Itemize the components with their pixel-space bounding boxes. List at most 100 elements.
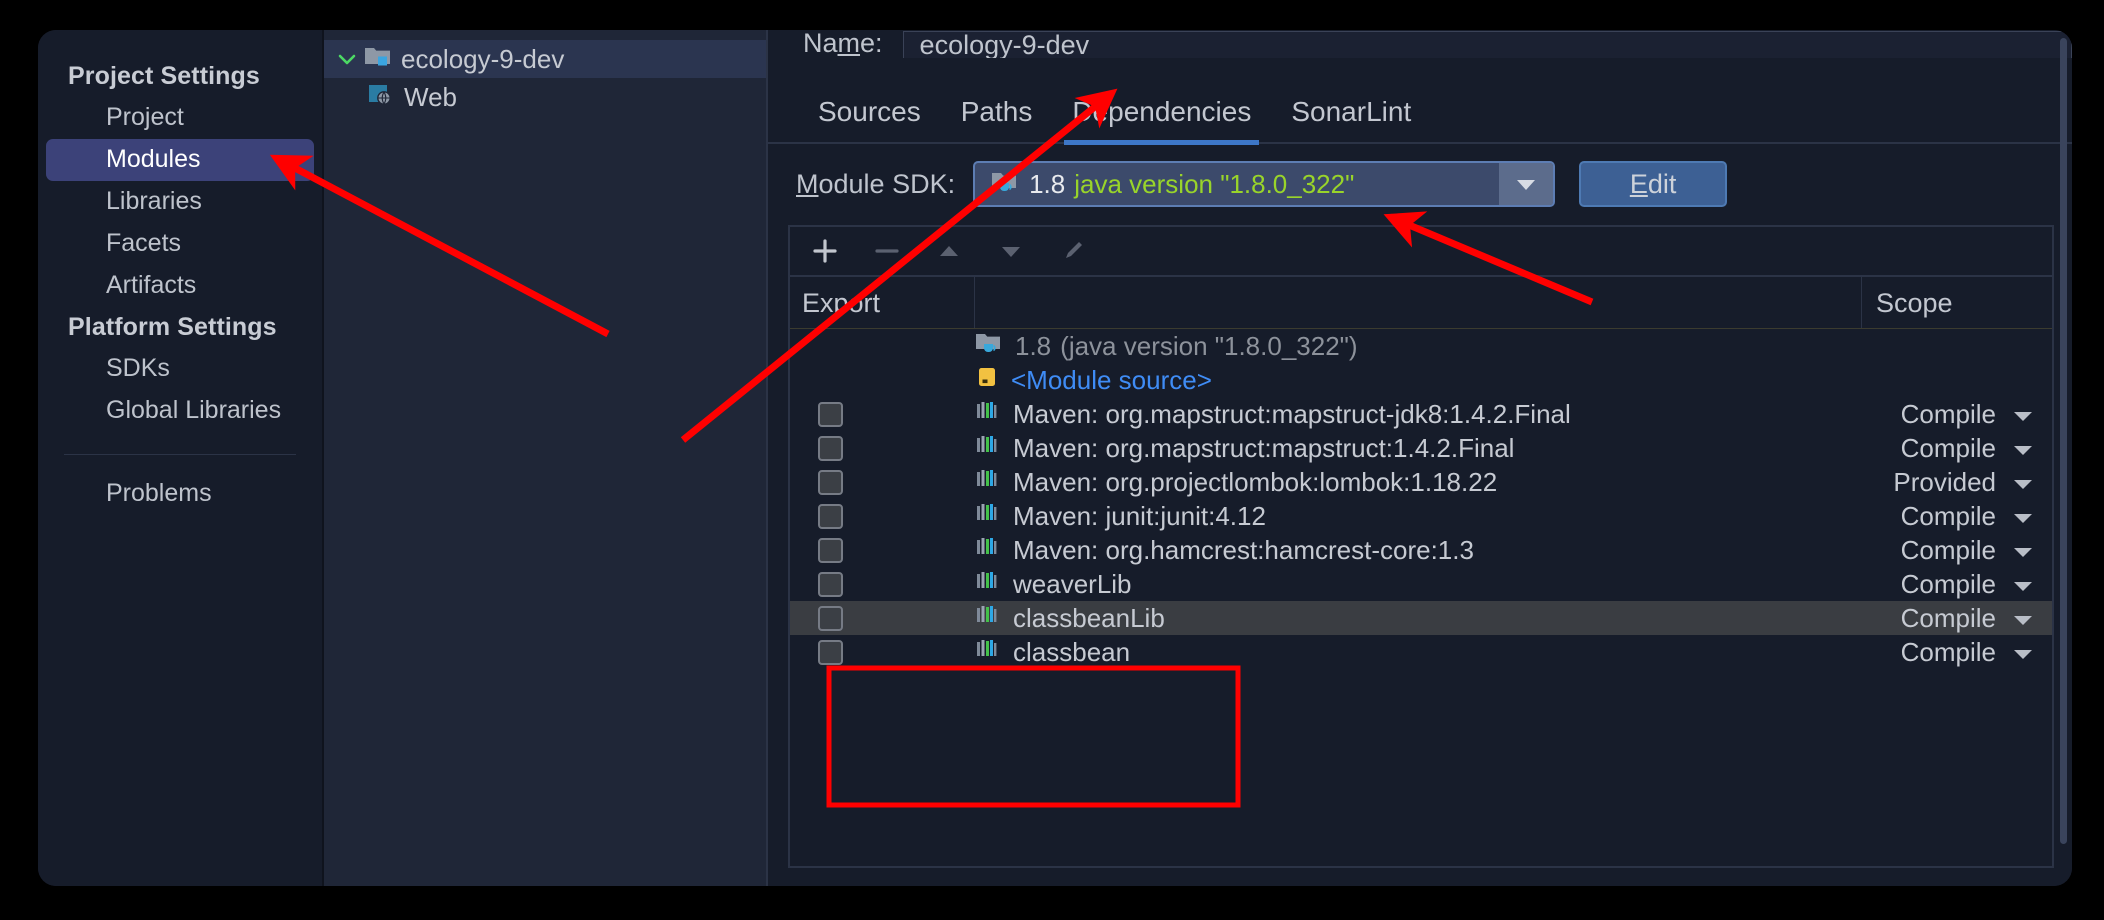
edit-dependency-button[interactable] (1056, 234, 1090, 268)
export-cell (790, 537, 975, 563)
table-row[interactable]: Maven: org.mapstruct:mapstruct:1.4.2.Fin… (790, 431, 2052, 465)
column-header-export[interactable]: Export (790, 277, 975, 328)
export-checkbox[interactable] (818, 537, 843, 563)
dependency-label: classbeanLib (1013, 602, 1165, 633)
chevron-down-icon[interactable] (2012, 569, 2034, 600)
chevron-down-icon[interactable] (2012, 535, 2034, 566)
sidebar-item-global-libraries[interactable]: Global Libraries (46, 390, 314, 432)
tree-node-ecology-9-dev[interactable]: ecology-9-dev (324, 40, 766, 78)
scope-cell[interactable]: Compile (1862, 569, 2052, 600)
dependency-name-cell: 1.8 (java version "1.8.0_322") (975, 330, 1862, 363)
add-dependency-button[interactable] (808, 234, 842, 268)
scope-value: Compile (1900, 602, 1996, 633)
dependency-name-cell: <Module source> (975, 365, 1862, 396)
tab-sonarlint[interactable]: SonarLint (1271, 81, 1431, 143)
remove-dependency-button[interactable] (870, 234, 904, 268)
jdk-icon (991, 169, 1019, 200)
table-row[interactable]: Maven: org.mapstruct:mapstruct-jdk8:1.4.… (790, 397, 2052, 431)
sidebar-item-sdks[interactable]: SDKs (46, 348, 314, 390)
library-icon (975, 603, 1001, 634)
library-icon (975, 535, 1001, 566)
edit-sdk-button[interactable]: Edit (1579, 161, 1728, 207)
table-row[interactable]: Maven: org.hamcrest:hamcrest-core:1.3 Com… (790, 533, 2052, 567)
table-row[interactable]: classbeanLib Compile (790, 601, 2052, 635)
dependency-label: Maven: org.mapstruct:mapstruct-jdk8:1.4.… (1013, 398, 1571, 429)
sidebar-item-facets[interactable]: Facets (46, 223, 314, 265)
dependencies-table: Export Scope 1.8 (java version "1.8.0_322… (788, 225, 2054, 868)
export-cell (790, 435, 975, 461)
module-name-row: Name: ecology-9-dev (768, 30, 2072, 58)
sidebar-item-modules[interactable]: Modules (46, 139, 314, 181)
table-row[interactable]: Maven: junit:junit:4.12 Compile (790, 499, 2052, 533)
tab-dependencies[interactable]: Dependencies (1052, 81, 1271, 145)
scope-cell[interactable]: Compile (1862, 433, 2052, 464)
chevron-down-icon[interactable] (2012, 603, 2034, 634)
chevron-down-icon[interactable] (2012, 637, 2034, 668)
chevron-down-icon[interactable] (334, 46, 360, 72)
scope-cell[interactable]: Compile (1862, 637, 2052, 668)
scope-value: Compile (1900, 432, 1996, 463)
tab-paths[interactable]: Paths (941, 81, 1053, 143)
tab-sources[interactable]: Sources (798, 81, 941, 143)
module-folder-icon (364, 44, 391, 75)
table-row[interactable]: classbean Compile (790, 635, 2052, 669)
chevron-down-icon[interactable] (2012, 467, 2034, 498)
module-sdk-combobox[interactable]: 1.8 java version "1.8.0_322" (973, 161, 1556, 207)
sidebar-item-project[interactable]: Project (46, 97, 314, 139)
module-name-input[interactable]: ecology-9-dev (902, 31, 2072, 58)
column-header-name[interactable] (975, 277, 1862, 328)
project-structure-dialog: Project Settings Project Modules Librari… (38, 30, 2072, 886)
sidebar-item-libraries[interactable]: Libraries (46, 181, 314, 223)
library-icon (975, 399, 1001, 430)
export-checkbox[interactable] (818, 503, 843, 529)
chevron-down-icon[interactable] (2012, 399, 2034, 430)
scope-cell[interactable]: Compile (1862, 399, 2052, 430)
scope-cell[interactable]: Compile (1862, 535, 2052, 566)
dependency-label: classbean (1013, 636, 1131, 667)
library-icon (975, 501, 1001, 532)
chevron-down-icon[interactable] (1499, 163, 1554, 205)
column-header-scope[interactable]: Scope (1862, 277, 2052, 328)
export-checkbox[interactable] (818, 401, 843, 427)
dependency-label: Maven: junit:junit:4.12 (1013, 500, 1266, 531)
table-row[interactable]: weaverLib Compile (790, 567, 2052, 601)
sidebar-divider (64, 454, 296, 455)
export-checkbox[interactable] (818, 605, 843, 631)
scope-cell[interactable]: Provided (1862, 467, 2052, 498)
dependency-name-cell: Maven: org.projectlombok:lombok:1.18.22 (975, 467, 1862, 498)
dependency-label: weaverLib (1013, 568, 1132, 599)
dependency-name-cell: Maven: org.hamcrest:hamcrest-core:1.3 (975, 535, 1862, 566)
dependencies-table-header: Export Scope (790, 277, 2052, 329)
export-cell (790, 401, 975, 427)
scrollbar-thumb[interactable] (2060, 38, 2067, 845)
table-row[interactable]: <Module source> (790, 363, 2052, 397)
chevron-down-icon[interactable] (2012, 433, 2034, 464)
tree-node-web[interactable]: Web (324, 78, 766, 116)
scope-value: Compile (1900, 500, 1996, 531)
export-checkbox[interactable] (818, 571, 843, 597)
export-checkbox[interactable] (818, 639, 843, 665)
scope-cell[interactable]: Compile (1862, 603, 2052, 634)
sidebar-item-artifacts[interactable]: Artifacts (46, 265, 314, 307)
chevron-down-icon[interactable] (2012, 501, 2034, 532)
scope-value: Compile (1900, 398, 1996, 429)
move-down-button[interactable] (994, 234, 1028, 268)
jdk-icon (975, 330, 1003, 363)
sidebar-group-title-platform-settings: Platform Settings (68, 313, 277, 341)
scope-value: Compile (1900, 636, 1996, 667)
move-up-button[interactable] (932, 234, 966, 268)
table-row[interactable]: Maven: org.projectlombok:lombok:1.18.22 P… (790, 465, 2052, 499)
scope-cell[interactable]: Compile (1862, 501, 2052, 532)
vertical-scrollbar[interactable] (2058, 38, 2068, 878)
export-checkbox[interactable] (818, 435, 843, 461)
library-icon (975, 637, 1001, 668)
table-row[interactable]: 1.8 (java version "1.8.0_322") (790, 329, 2052, 363)
module-tree-panel: ecology-9-dev Web (322, 30, 766, 886)
dependency-name-cell: weaverLib (975, 569, 1862, 600)
scope-value: Provided (1893, 466, 1996, 497)
module-tabs: Sources Paths Dependencies SonarLint (768, 81, 2072, 145)
web-facet-icon (368, 82, 394, 113)
dependency-label: <Module source> (1011, 364, 1212, 395)
sidebar-item-problems[interactable]: Problems (46, 473, 314, 515)
export-checkbox[interactable] (818, 469, 843, 495)
